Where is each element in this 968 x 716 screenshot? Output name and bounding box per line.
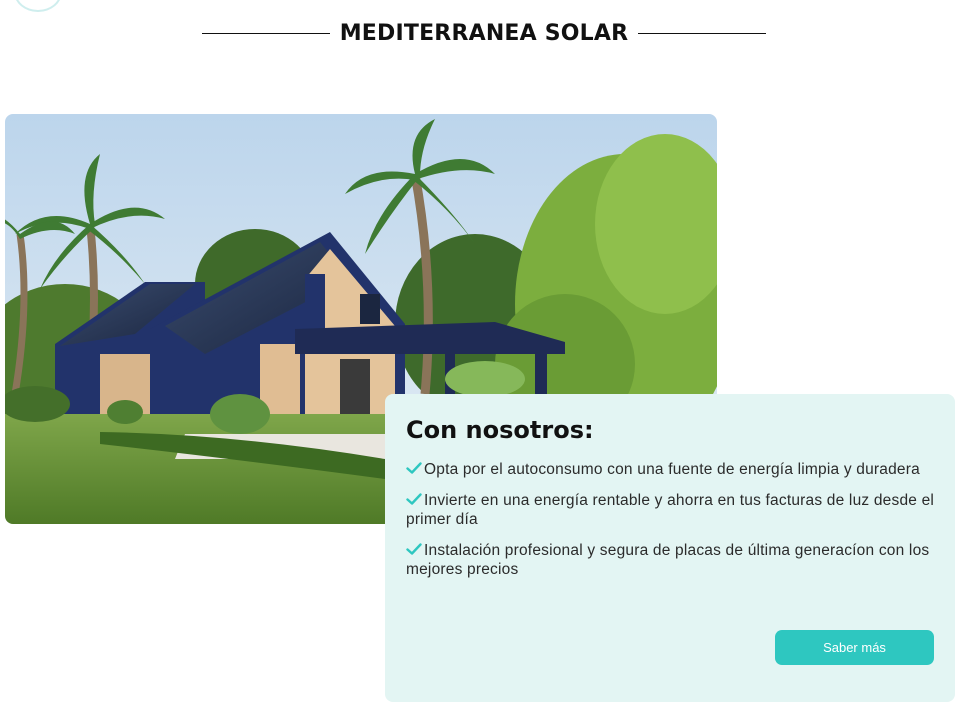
- benefits-card: Con nosotros: Opta por el autoconsumo co…: [385, 394, 955, 702]
- check-icon: [406, 462, 422, 474]
- list-item-text: Opta por el autoconsumo con una fuente d…: [424, 461, 920, 478]
- card-title: Con nosotros:: [406, 416, 594, 444]
- list-item: Opta por el autoconsumo con una fuente d…: [406, 460, 935, 480]
- check-icon: [406, 492, 422, 505]
- section-title: MEDITERRANEA SOLAR: [339, 20, 629, 46]
- saber-mas-button[interactable]: Saber más: [775, 630, 934, 665]
- benefits-list: Opta por el autoconsumo con una fuente d…: [406, 460, 935, 580]
- list-item: Invierte en una energía rentable y ahorr…: [406, 491, 935, 530]
- title-rule-left: [201, 32, 330, 34]
- title-rule-right: [638, 32, 767, 34]
- list-item-text: Invierte en una energía rentable y ahorr…: [406, 491, 935, 529]
- list-item: Instalación profesional y segura de plac…: [406, 541, 935, 580]
- list-item-text: Instalación profesional y segura de plac…: [406, 541, 930, 579]
- section-header: MEDITERRANEA SOLAR: [0, 14, 968, 52]
- check-icon: [406, 542, 422, 555]
- logo-fragment: [14, 0, 62, 12]
